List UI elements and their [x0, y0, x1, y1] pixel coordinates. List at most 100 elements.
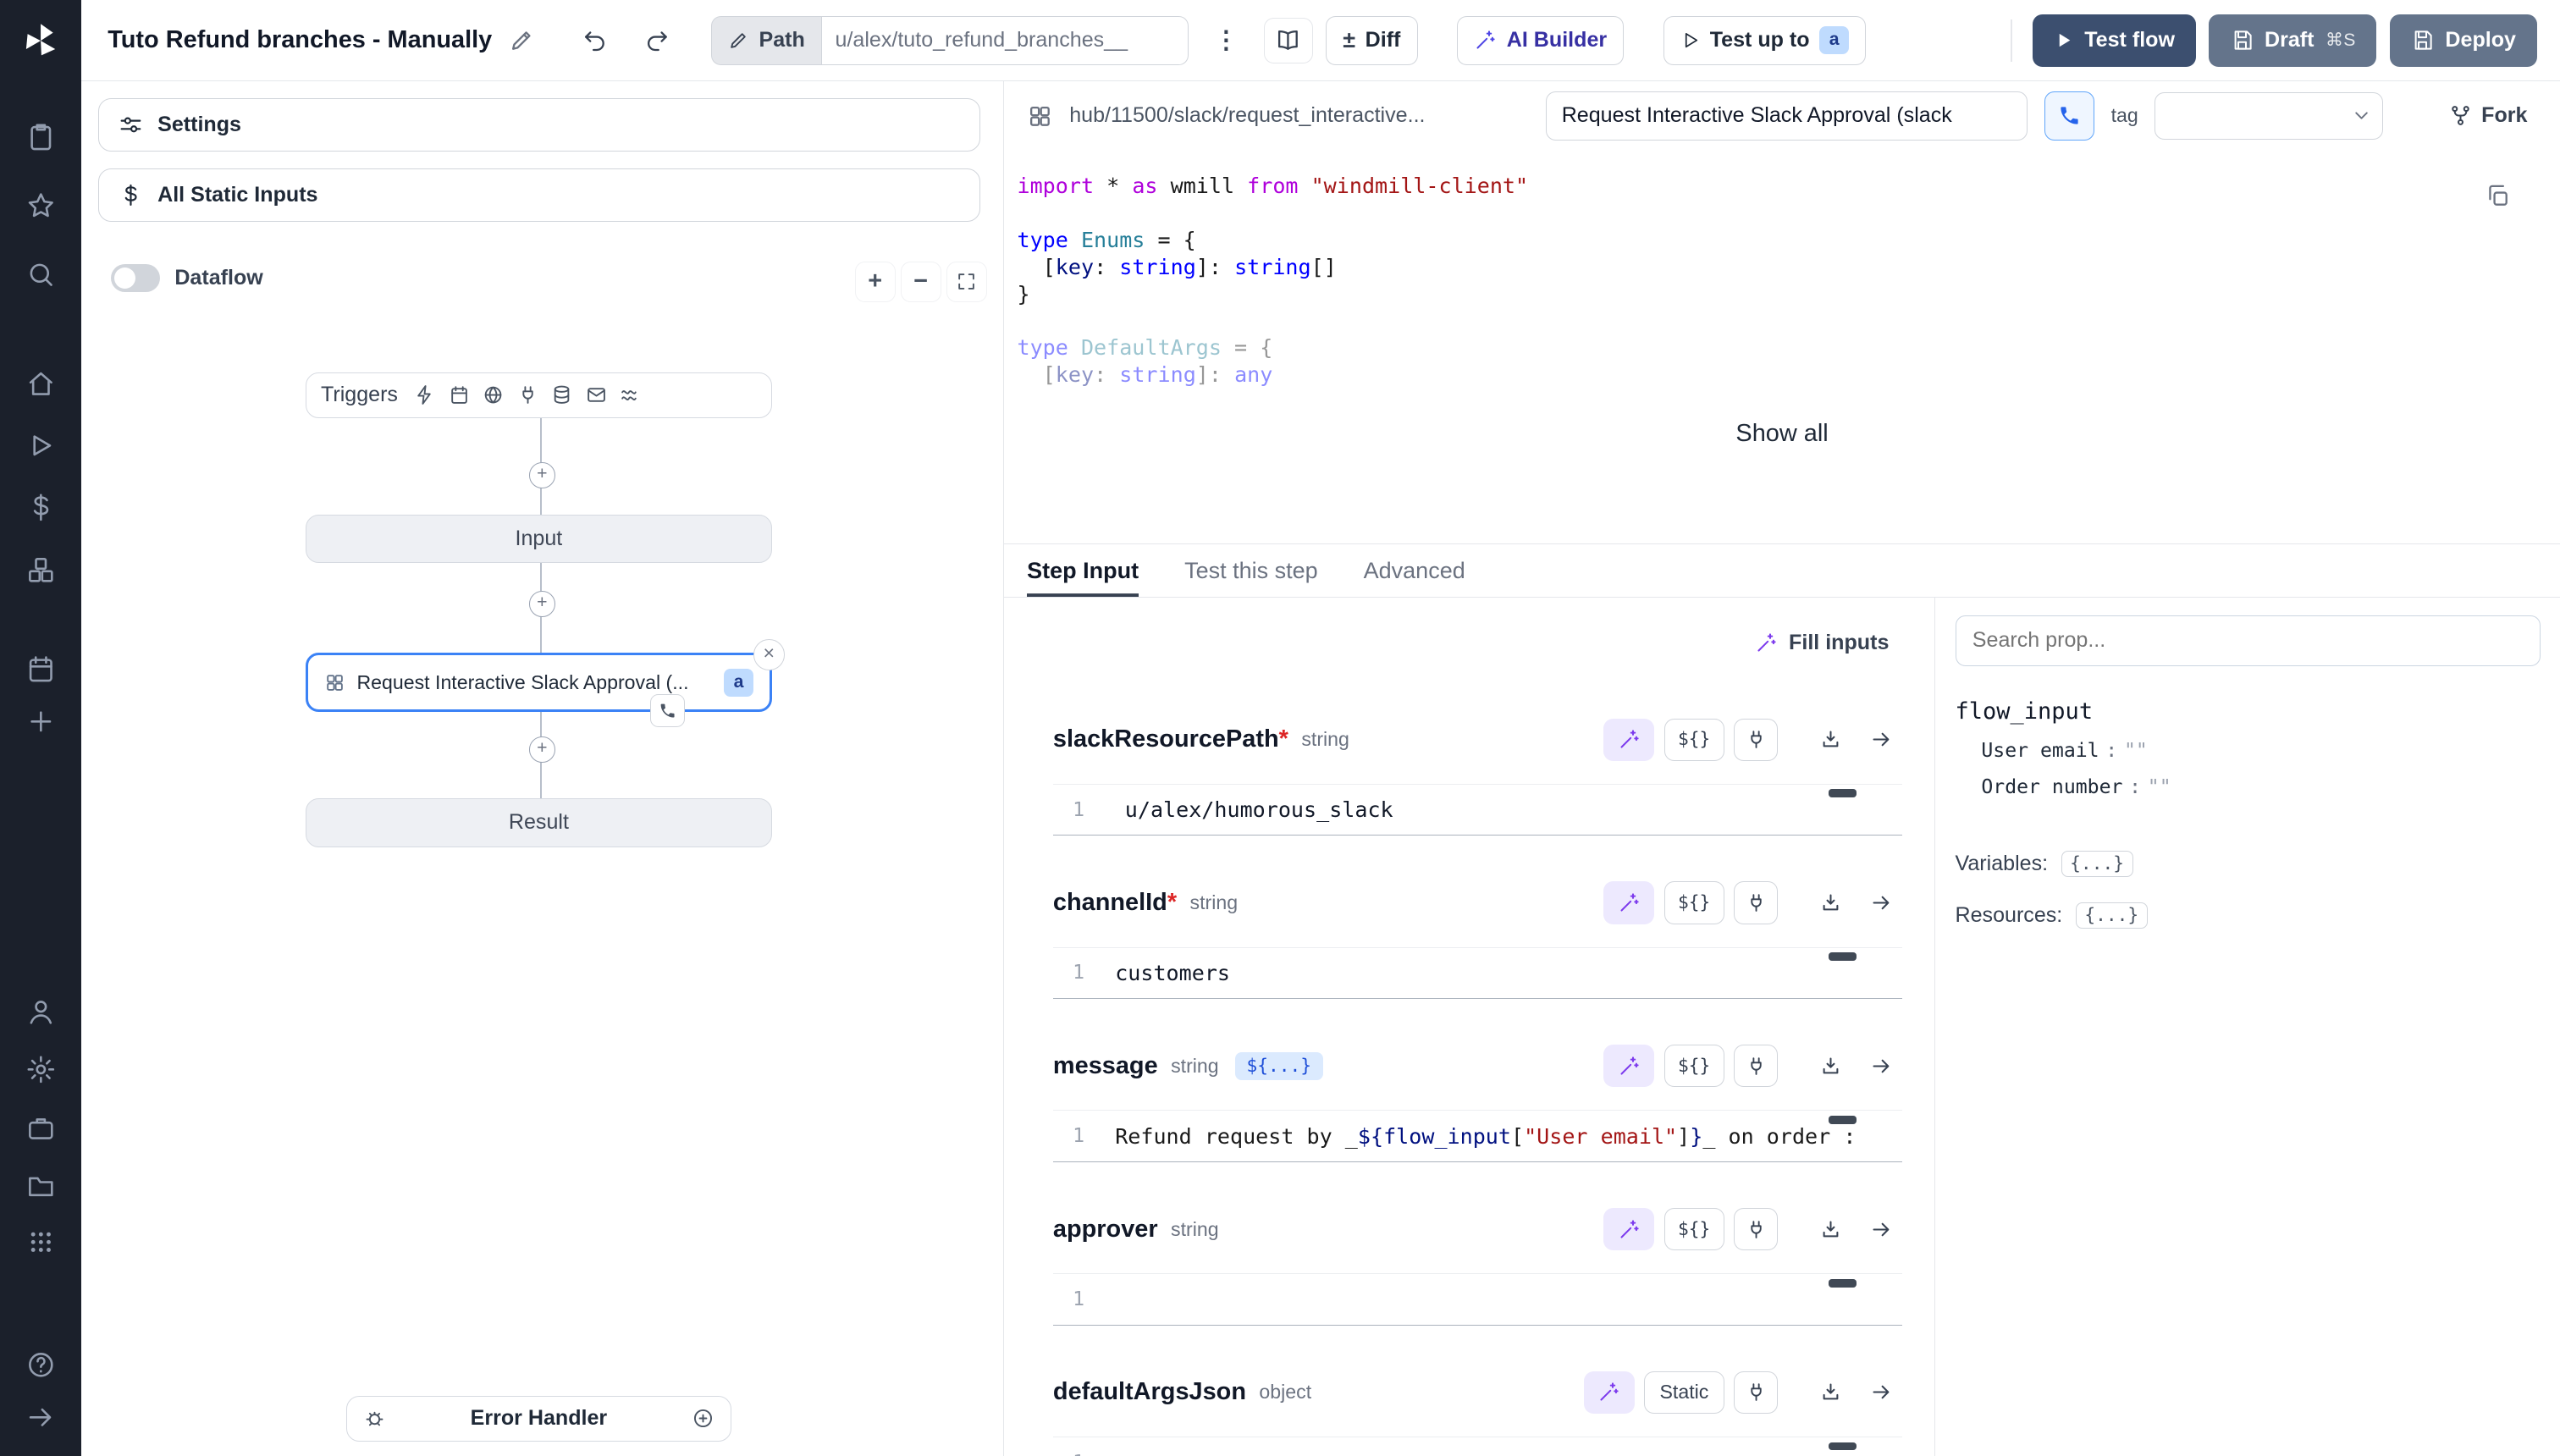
- workers-briefcase-icon[interactable]: [0, 1102, 81, 1155]
- static-mode-button[interactable]: Static: [1644, 1371, 1724, 1414]
- all-static-inputs-button[interactable]: All Static Inputs: [98, 168, 980, 223]
- code-editor[interactable]: import * as wmill from "windmill-client"…: [1004, 150, 2560, 416]
- prop-row-order-number[interactable]: Order number:"": [1981, 776, 2541, 798]
- path-button[interactable]: Path: [711, 16, 822, 65]
- tab-step-input[interactable]: Step Input: [1027, 544, 1139, 597]
- plug-button[interactable]: [1734, 881, 1778, 924]
- deploy-button[interactable]: Deploy: [2390, 14, 2537, 67]
- search-icon[interactable]: [0, 248, 81, 301]
- ai-generate-button[interactable]: [1603, 1045, 1654, 1087]
- undo-button[interactable]: [571, 18, 620, 63]
- prop-search-input[interactable]: [1956, 615, 2541, 666]
- schedule-calendar-icon[interactable]: [449, 384, 470, 405]
- download-icon-button[interactable]: [1811, 720, 1851, 758]
- result-node[interactable]: Result: [306, 798, 773, 847]
- ai-builder-button[interactable]: AI Builder: [1457, 16, 1625, 65]
- expression-button[interactable]: ${}: [1664, 719, 1724, 761]
- zoom-out-button[interactable]: −: [901, 262, 941, 302]
- arrow-right-icon-button[interactable]: [1862, 1210, 1902, 1249]
- tab-test-this-step[interactable]: Test this step: [1184, 544, 1318, 597]
- remove-step-button[interactable]: ×: [753, 639, 785, 670]
- test-flow-button[interactable]: Test flow: [2033, 14, 2197, 67]
- draft-button[interactable]: Draft ⌘S: [2209, 14, 2376, 67]
- http-globe-icon[interactable]: [483, 384, 504, 405]
- help-icon[interactable]: [0, 1338, 81, 1391]
- variables-dollar-icon[interactable]: [0, 482, 81, 534]
- expression-button[interactable]: ${}: [1664, 1045, 1724, 1087]
- step-summary-input[interactable]: [1546, 91, 2028, 141]
- editor-scrollbar[interactable]: [1829, 1279, 1857, 1288]
- apps-grid-icon[interactable]: [0, 1216, 81, 1269]
- edit-title-pencil-icon[interactable]: [509, 27, 535, 53]
- user-icon[interactable]: [0, 986, 81, 1039]
- resources-blocks-icon[interactable]: [0, 543, 81, 596]
- show-all-button[interactable]: Show all: [1713, 414, 1851, 455]
- expression-button[interactable]: ${}: [1664, 881, 1724, 924]
- arrow-right-icon-button[interactable]: [1862, 883, 1902, 922]
- tag-select[interactable]: [2154, 92, 2383, 140]
- ai-generate-button[interactable]: [1603, 719, 1654, 761]
- add-step-connector[interactable]: +: [529, 591, 555, 617]
- editor-scrollbar[interactable]: [1829, 1442, 1857, 1451]
- field-value-editor[interactable]: 1 Refund request by _${flow_input["User …: [1053, 1110, 1902, 1162]
- ai-generate-button[interactable]: [1603, 881, 1654, 924]
- download-icon-button[interactable]: [1811, 1046, 1851, 1085]
- ai-generate-button[interactable]: [1584, 1371, 1635, 1414]
- fork-button[interactable]: Fork: [2439, 97, 2537, 135]
- field-value-editor[interactable]: 1 customers: [1053, 947, 1902, 1000]
- zoom-in-button[interactable]: +: [855, 262, 896, 302]
- editor-scrollbar[interactable]: [1829, 789, 1857, 797]
- clipboard-icon[interactable]: [0, 111, 81, 163]
- plug-button[interactable]: [1734, 719, 1778, 761]
- arrow-right-icon-button[interactable]: [1862, 1373, 1902, 1412]
- add-step-connector[interactable]: +: [529, 462, 555, 488]
- ai-generate-button[interactable]: [1603, 1208, 1654, 1250]
- star-icon[interactable]: [0, 179, 81, 232]
- input-node[interactable]: Input: [306, 515, 773, 564]
- tab-advanced[interactable]: Advanced: [1364, 544, 1465, 597]
- database-icon[interactable]: [551, 384, 572, 405]
- field-value-editor[interactable]: 1 u/alex/humorous_slack: [1053, 784, 1902, 836]
- download-icon-button[interactable]: [1811, 1210, 1851, 1249]
- variables-expand-chip[interactable]: {...}: [2061, 851, 2133, 877]
- websocket-plug-icon[interactable]: [517, 384, 538, 405]
- arrow-right-icon-button[interactable]: [1862, 1046, 1902, 1085]
- folders-icon[interactable]: [0, 1159, 81, 1211]
- docs-book-button[interactable]: [1264, 18, 1313, 63]
- plug-button[interactable]: [1734, 1371, 1778, 1414]
- hub-script-path[interactable]: hub/11500/slack/request_interactive...: [1069, 103, 1530, 128]
- runs-play-icon[interactable]: [0, 420, 81, 472]
- add-step-connector[interactable]: +: [529, 736, 555, 763]
- copy-code-button[interactable]: [2485, 183, 2520, 218]
- plug-button[interactable]: [1734, 1045, 1778, 1087]
- more-menu-button[interactable]: ⋮: [1201, 18, 1250, 63]
- plug-button[interactable]: [1734, 1208, 1778, 1250]
- expression-button[interactable]: ${}: [1664, 1208, 1724, 1250]
- editor-scrollbar[interactable]: [1829, 1116, 1857, 1124]
- diff-button[interactable]: ± Diff: [1326, 16, 1418, 65]
- settings-gear-icon[interactable]: [0, 1043, 81, 1095]
- schedules-calendar-icon[interactable]: [0, 643, 81, 696]
- plus-circle-icon[interactable]: [692, 1407, 714, 1430]
- field-value-editor[interactable]: 1: [1053, 1437, 1902, 1456]
- home-icon[interactable]: [0, 357, 81, 410]
- step-node-selected[interactable]: Request Interactive Slack Approval (... …: [306, 653, 773, 711]
- resources-expand-chip[interactable]: {...}: [2076, 902, 2148, 929]
- test-up-to-button[interactable]: Test up to a: [1663, 16, 1867, 65]
- dataflow-toggle[interactable]: [111, 264, 160, 292]
- arrow-right-icon-button[interactable]: [1862, 720, 1902, 758]
- field-value-editor[interactable]: 1: [1053, 1273, 1902, 1326]
- windmill-logo[interactable]: [0, 0, 81, 81]
- fill-inputs-button[interactable]: Fill inputs: [1741, 614, 1902, 672]
- editor-scrollbar[interactable]: [1829, 952, 1857, 961]
- collapse-arrow-icon[interactable]: [0, 1391, 81, 1443]
- suspend-approval-button[interactable]: [2044, 91, 2095, 141]
- error-handler-node[interactable]: Error Handler: [346, 1396, 731, 1442]
- fullscreen-button[interactable]: [946, 262, 987, 302]
- settings-button[interactable]: Settings: [98, 98, 980, 152]
- flow-input-root[interactable]: flow_input: [1956, 698, 2541, 725]
- path-input[interactable]: [821, 16, 1189, 65]
- triggers-node[interactable]: Triggers: [306, 372, 773, 418]
- webhook-bolt-icon[interactable]: [414, 384, 435, 405]
- download-icon-button[interactable]: [1811, 883, 1851, 922]
